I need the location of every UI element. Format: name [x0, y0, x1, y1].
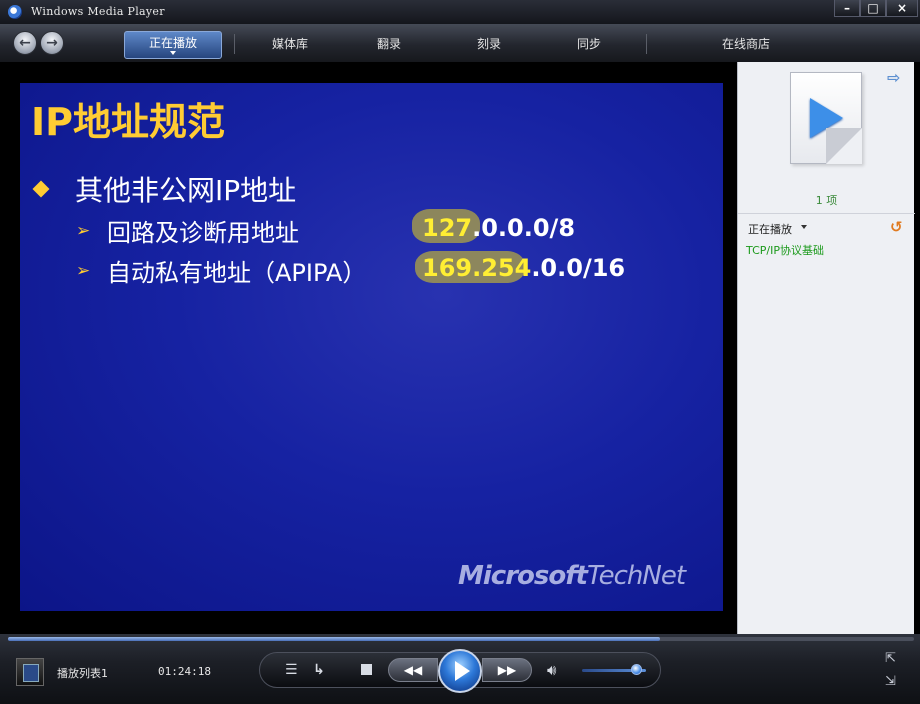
- playlist-name: 播放列表1: [57, 667, 108, 680]
- window-title: Windows Media Player: [31, 5, 165, 18]
- playlist-item[interactable]: TCP/IP协议基础: [746, 242, 824, 258]
- tab-divider: [646, 34, 647, 54]
- media-document-icon[interactable]: [790, 72, 862, 164]
- watermark-microsoft: Microsoft: [458, 561, 588, 591]
- slide-sub-item: 自动私有地址（APIPA）: [107, 259, 367, 287]
- video-area[interactable]: IP地址规范 其他非公网IP地址 ➢ 回路及诊断用地址 127.0.0.0/8 …: [8, 62, 737, 634]
- shuffle-icon[interactable]: ☰: [285, 662, 298, 678]
- ip-rest-part: .0.0.0/8: [472, 214, 576, 242]
- slide-sub-item: 回路及诊断用地址: [107, 219, 299, 247]
- tab-dropdown-caret-icon[interactable]: [170, 51, 176, 55]
- control-bar: 播放列表1 01:24:18 ☰ ↳ ◀◀ ▶▶ 🔊︎ ⇱ ⇲: [0, 634, 920, 704]
- panel-divider: [738, 213, 915, 214]
- playlist-panel: ⇨ 1 项 正在播放 ↺ TCP/IP协议基础: [737, 62, 915, 634]
- chevron-down-icon[interactable]: [801, 225, 807, 229]
- watermark-technet: TechNet: [586, 561, 686, 591]
- page-fold: [826, 128, 862, 164]
- now-playing-dropdown[interactable]: 正在播放: [748, 221, 792, 237]
- tab-burn[interactable]: 刻录: [465, 33, 513, 55]
- slide-title: IP地址规范: [31, 100, 225, 144]
- ip-address: 127.0.0.0/8: [422, 214, 575, 242]
- next-button[interactable]: ▶▶: [482, 658, 532, 682]
- tab-online-store[interactable]: 在线商店: [714, 33, 778, 55]
- tab-library[interactable]: 媒体库: [258, 33, 322, 55]
- arrow-bullet-icon: ➢: [76, 261, 91, 281]
- technet-watermark: MicrosoftTechNet: [458, 561, 686, 591]
- back-arrow-icon: ←: [19, 35, 31, 51]
- ip-highlight-part: 169.254: [422, 254, 532, 282]
- tab-now-playing[interactable]: 正在播放: [124, 31, 222, 59]
- minimize-button[interactable]: –: [834, 0, 860, 17]
- rewind-icon: ◀◀: [403, 663, 423, 677]
- tab-divider: [234, 34, 235, 54]
- repeat-icon[interactable]: ↺: [890, 218, 903, 236]
- speaker-icon[interactable]: 🔊︎: [547, 661, 556, 679]
- time-display: 01:24:18: [158, 665, 211, 678]
- tab-label: 正在播放: [148, 36, 197, 50]
- window-buttons: – □ ×: [834, 0, 918, 18]
- slide-frame: IP地址规范 其他非公网IP地址 ➢ 回路及诊断用地址 127.0.0.0/8 …: [20, 83, 723, 611]
- seek-progress-fill: [8, 637, 661, 641]
- play-button[interactable]: [438, 649, 482, 693]
- hide-pane-arrow-icon[interactable]: ⇨: [887, 68, 900, 87]
- diamond-bullet-icon: [32, 180, 50, 198]
- switch-to-compact-icon[interactable]: ⇱: [885, 651, 896, 666]
- maximize-button[interactable]: □: [860, 0, 886, 17]
- album-art-icon[interactable]: [16, 658, 44, 686]
- ip-highlight-part: 127: [422, 214, 473, 242]
- item-count: 1 项: [815, 194, 838, 207]
- previous-button[interactable]: ◀◀: [388, 658, 438, 682]
- tab-sync[interactable]: 同步: [565, 33, 613, 55]
- seek-bar[interactable]: [8, 637, 914, 641]
- ip-address: 169.254.0.0/16: [422, 254, 625, 282]
- nav-bar: ← → 正在播放 媒体库 翻录 刻录 同步 在线商店: [0, 24, 920, 63]
- title-bar: Windows Media Player – □ ×: [0, 0, 920, 24]
- media-player-window: Windows Media Player – □ × ← → 正在播放 媒体库 …: [0, 0, 920, 704]
- slide-bullet: 其他非公网IP地址: [75, 174, 297, 207]
- repeat-toggle-icon[interactable]: ↳: [313, 662, 325, 678]
- media-player-app-icon: [8, 5, 22, 19]
- close-button[interactable]: ×: [886, 0, 918, 17]
- stop-button[interactable]: [361, 664, 372, 675]
- back-button[interactable]: ←: [13, 31, 37, 55]
- tab-rip[interactable]: 翻录: [365, 33, 413, 55]
- forward-button[interactable]: →: [40, 31, 64, 55]
- minimize-to-skin-icon[interactable]: ⇲: [885, 674, 896, 689]
- arrow-bullet-icon: ➢: [76, 221, 91, 241]
- fast-forward-icon: ▶▶: [497, 663, 517, 677]
- forward-arrow-icon: →: [46, 35, 58, 51]
- ip-rest-part: .0.0/16: [531, 254, 626, 282]
